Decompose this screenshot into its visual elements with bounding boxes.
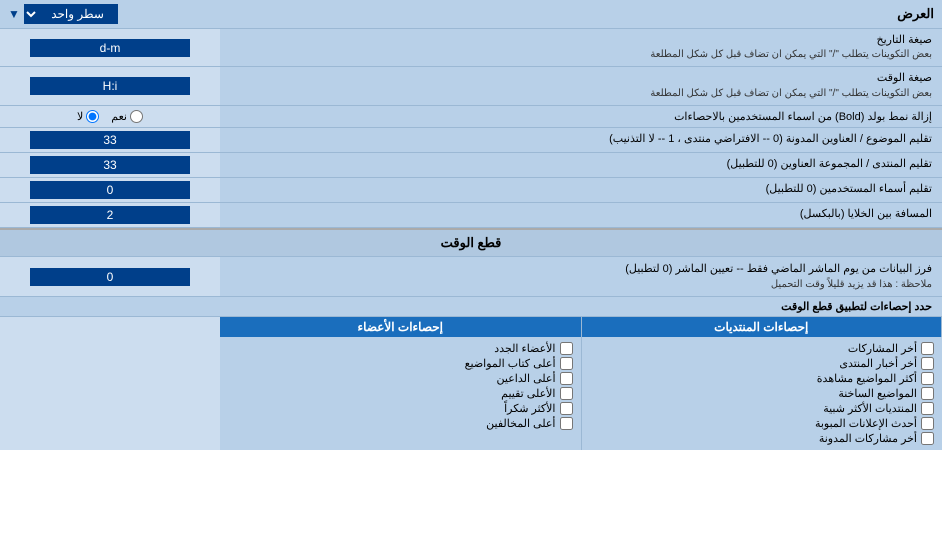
bold-remove-radio-cell: نعم لا <box>0 106 220 127</box>
date-format-input-cell <box>0 29 220 66</box>
time-section-header: قطع الوقت <box>0 228 942 257</box>
stat-item-most-viewed[interactable]: أكثر المواضيع مشاهدة <box>590 371 935 386</box>
stat-item-blog-shares[interactable]: أخر مشاركات المدونة <box>590 431 935 446</box>
stat-item-similar-forums[interactable]: المنتديات الأكثر شبية <box>590 401 935 416</box>
time-format-label: صيغة الوقت بعض التكوينات يتطلب "/" التي … <box>220 67 942 104</box>
stat-item-top-violators[interactable]: أعلى المخالفين <box>228 416 573 431</box>
stat-item-classifieds[interactable]: أحدث الإعلانات المبوبة <box>590 416 935 431</box>
date-format-label: صيغة التاريخ بعض التكوينات يتطلب "/" الت… <box>220 29 942 66</box>
stat-item-shares[interactable]: أخر المشاركات <box>590 341 935 356</box>
time-filter-label: فرز البيانات من يوم الماشر الماضي فقط --… <box>220 257 942 297</box>
bold-remove-yes[interactable] <box>130 110 143 123</box>
stats-forums-header: إحصاءات المنتديات <box>582 317 942 337</box>
topic-trim-input-cell <box>0 128 220 152</box>
display-label: العرض <box>897 6 934 22</box>
username-trim-input-cell <box>0 178 220 202</box>
stats-members-header: إحصاءات الأعضاء <box>220 317 581 337</box>
time-filter-input-cell <box>0 257 220 297</box>
cell-spacing-label: المسافة بين الخلايا (بالبكسل) <box>220 203 942 227</box>
cell-spacing-input[interactable] <box>30 206 190 224</box>
bold-remove-no[interactable] <box>86 110 99 123</box>
time-filter-input[interactable] <box>30 268 190 286</box>
cell-spacing-input-cell <box>0 203 220 227</box>
stat-item-top-writers[interactable]: أعلى كتاب المواضيع <box>228 356 573 371</box>
forum-trim-input[interactable] <box>30 156 190 174</box>
bold-remove-label: إزالة نمط بولد (Bold) من اسماء المستخدمي… <box>220 106 942 127</box>
dropdown-arrow-icon: ▼ <box>8 7 20 21</box>
forum-trim-input-cell <box>0 153 220 177</box>
stats-apply-label: حدد إحصاءات لتطبيق قطع الوقت <box>220 297 942 316</box>
topic-trim-input[interactable] <box>30 131 190 149</box>
stat-item-top-rated[interactable]: الأعلى تقييم <box>228 386 573 401</box>
stat-item-forum-news[interactable]: أخر أخبار المنتدى <box>590 356 935 371</box>
time-format-input[interactable] <box>30 77 190 95</box>
stats-members-items: الأعضاء الجدد أعلى كتاب المواضيع أعلى ال… <box>220 337 581 435</box>
date-format-input[interactable] <box>30 39 190 57</box>
username-trim-label: تقليم أسماء المستخدمين (0 للتطبيل) <box>220 178 942 202</box>
view-select[interactable]: سطر واحد سطرين ثلاثة أسطر <box>24 4 118 24</box>
stat-item-new-members[interactable]: الأعضاء الجدد <box>228 341 573 356</box>
topic-trim-label: تقليم الموضوع / العناوين المدونة (0 -- ا… <box>220 128 942 152</box>
time-format-input-cell <box>0 67 220 104</box>
forum-trim-label: تقليم المنتدى / المجموعة العناوين (0 للت… <box>220 153 942 177</box>
stat-item-top-inviters[interactable]: أعلى الداعين <box>228 371 573 386</box>
username-trim-input[interactable] <box>30 181 190 199</box>
stats-forums-items: أخر المشاركات أخر أخبار المنتدى أكثر الم… <box>582 337 942 450</box>
stat-item-most-thanks[interactable]: الأكثر شكراً <box>228 401 573 416</box>
stat-item-hot-topics[interactable]: المواضيع الساخنة <box>590 386 935 401</box>
